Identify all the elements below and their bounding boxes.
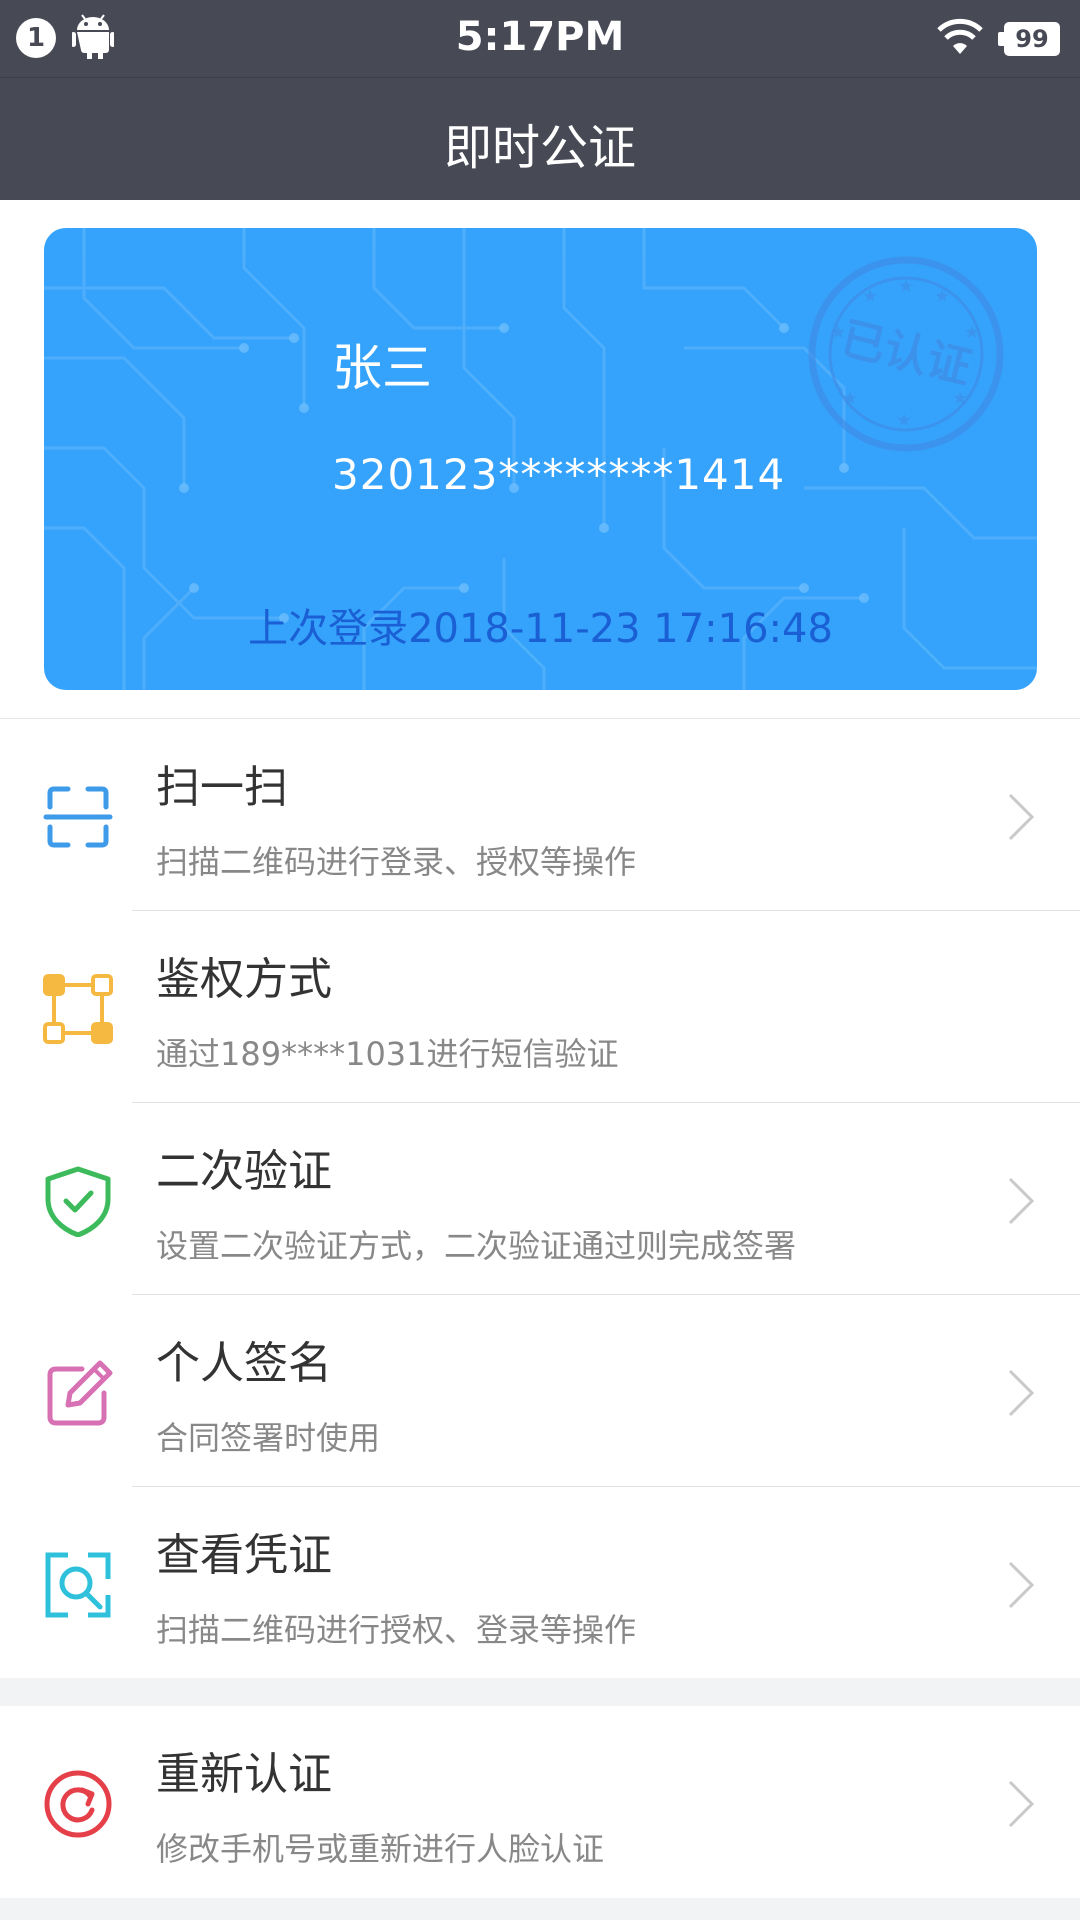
reauth-menu: 重新认证 修改手机号或重新进行人脸认证 [0,1706,1080,1898]
status-time: 5:17PM [455,14,625,60]
menu-item-personal-signature[interactable]: 个人签名 合同签署时使用 [0,1295,1080,1487]
title-bar: 即时公证 [0,77,1080,200]
battery-indicator: 99 [998,22,1060,56]
svg-text:★: ★ [896,410,912,431]
menu-item-label: 扫一扫 [156,762,288,813]
page-title: 即时公证 [443,120,636,176]
menu-item-second-verification[interactable]: 二次验证 设置二次验证方式，二次验证通过则完成签署 [0,1103,1080,1295]
menu-item-label: 二次验证 [156,1146,332,1197]
menu-item-scan[interactable]: 扫一扫 扫描二维码进行登录、授权等操作 [0,719,1080,911]
last-login-time: 上次登录2018-11-23 17:16:48 [248,606,833,652]
menu-item-description: 设置二次验证方式，二次验证通过则完成签署 [156,1227,797,1265]
menu-item-reauthenticate[interactable]: 重新认证 修改手机号或重新进行人脸认证 [0,1706,1080,1898]
refresh-icon [44,1770,112,1838]
svg-text:★: ★ [898,276,914,297]
edit-signature-icon [47,1360,113,1426]
chevron-right-icon [1008,1369,1035,1417]
svg-text:★: ★ [934,286,950,307]
menu-item-label: 鉴权方式 [156,954,332,1005]
function-menu: 扫一扫 扫描二维码进行登录、授权等操作 鉴权方式 通过189****1031进行… [0,718,1080,1679]
chevron-right-icon [1008,1780,1035,1828]
wifi-icon [936,16,984,60]
menu-item-auth-method[interactable]: 鉴权方式 通过189****1031进行短信验证 [0,911,1080,1103]
menu-item-label: 个人签名 [156,1338,332,1389]
menu-item-description: 通过189****1031进行短信验证 [156,1035,619,1073]
svg-text:★: ★ [964,322,980,343]
menu-item-description: 扫描二维码进行登录、授权等操作 [156,843,637,881]
chevron-right-icon [1008,1561,1035,1609]
verified-stamp-icon: ★ ★ ★ ★ ★ ★ ★ ★ 已认证 [808,256,1004,452]
auth-method-icon [43,974,113,1044]
menu-item-description: 修改手机号或重新进行人脸认证 [156,1830,605,1868]
stamp-label: 已认证 [836,313,976,394]
menu-item-label: 查看凭证 [156,1530,332,1581]
chevron-right-icon [1008,1177,1035,1225]
shield-check-icon [45,1166,111,1237]
status-bar: 1 5:17PM 99 [0,0,1080,77]
app-screen: 1 5:17PM 99 即时公证 ★ ★ ★ ★ ★ ★ ★ ★ 已认证 张三 … [0,0,1080,1920]
scan-icon [43,786,113,848]
menu-item-description: 扫描二维码进行授权、登录等操作 [156,1611,637,1649]
chevron-right-icon [1008,793,1035,841]
identity-card: ★ ★ ★ ★ ★ ★ ★ ★ 已认证 张三 320123********141… [44,228,1037,690]
svg-text:★: ★ [842,388,858,409]
view-certificate-icon [45,1552,111,1618]
menu-item-view-certificate[interactable]: 查看凭证 扫描二维码进行授权、登录等操作 [0,1487,1080,1679]
user-name: 张三 [332,339,432,397]
id-number: 320123********1414 [332,450,786,499]
menu-item-description: 合同签署时使用 [156,1419,381,1457]
svg-text:★: ★ [862,286,878,307]
menu-item-label: 重新认证 [156,1749,332,1800]
section-gap [0,1678,1080,1706]
